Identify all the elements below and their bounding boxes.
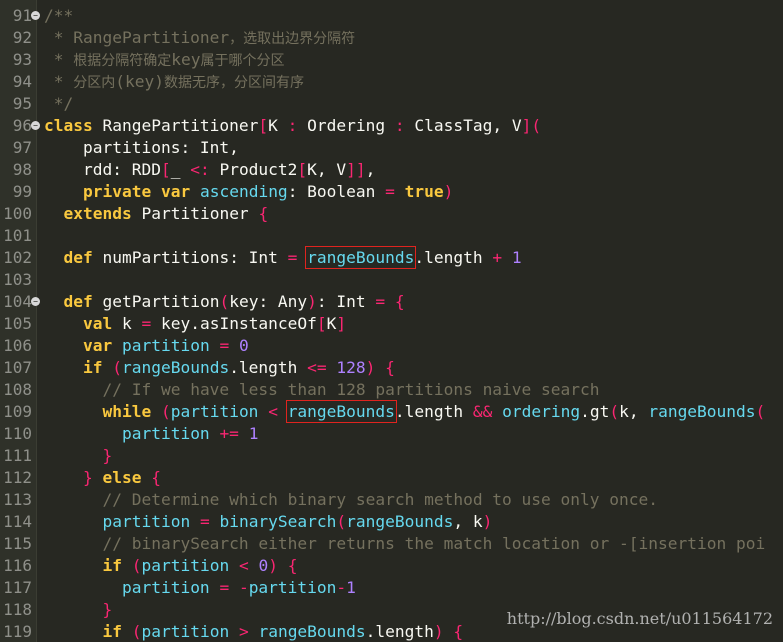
code-text: partitions: Int, [44, 138, 239, 157]
highlighted-rangeBounds: rangeBounds [305, 246, 417, 269]
code-text: var partition = 0 [82, 336, 249, 355]
fold-collapse-icon[interactable]: − [31, 121, 40, 130]
code-line: 96− class RangePartitioner[K : Ordering :… [0, 115, 783, 137]
line-number: 107 [3, 358, 32, 377]
line-number: 97 [12, 138, 32, 157]
code-text: } else { [82, 468, 161, 487]
code-text: // If we have less than 128 partitions n… [102, 380, 600, 399]
watermark: http://blog.csdn.net/u011564172 [506, 609, 773, 628]
code-text: // Determine which binary search method … [102, 490, 658, 509]
line-number: 113 [3, 490, 32, 509]
code-line: 109 while (partition < rangeBounds.lengt… [0, 400, 783, 423]
code-text: // binarySearch either returns the match… [102, 534, 766, 553]
highlighted-rangeBounds: rangeBounds [285, 400, 397, 423]
code-line: 116 if (partition < 0) { [0, 555, 783, 577]
line-number: 98 [12, 160, 32, 179]
line-number: 112 [3, 468, 32, 487]
line-number: 115 [3, 534, 32, 553]
code-line: 97 partitions: Int, [0, 137, 783, 159]
code-line: 104− def getPartition(key: Any): Int = { [0, 291, 783, 313]
code-line: 98 rdd: RDD[_ <: Product2[K, V]], [0, 159, 783, 181]
line-number: 108 [3, 380, 32, 399]
line-number: 117 [3, 578, 32, 597]
code-text: extends Partitioner { [63, 204, 269, 223]
line-number: 118 [3, 600, 32, 619]
code-line: 95 */ [0, 93, 783, 115]
code-line: 105 val k = key.asInstanceOf[K] [0, 313, 783, 335]
fold-collapse-icon[interactable]: − [31, 11, 40, 20]
code-text: partition = -partition-1 [121, 578, 356, 597]
code-text: class RangePartitioner[K : Ordering : Cl… [44, 116, 542, 135]
line-number: 110 [3, 424, 32, 443]
line-number: 106 [3, 336, 32, 355]
fold-collapse-icon[interactable]: − [31, 297, 40, 306]
code-text: * 根据分隔符确定key属于哪个分区 [44, 50, 285, 69]
code-line: 114 partition = binarySearch(rangeBounds… [0, 511, 783, 533]
code-line: 107 if (rangeBounds.length <= 128) { [0, 357, 783, 379]
code-line: 115 // binarySearch either returns the m… [0, 533, 783, 555]
code-editor[interactable]: 91−/** 92 * RangePartitioner，选取出边界分隔符 93 *… [0, 0, 783, 642]
code-text: def numPartitions: Int = rangeBounds.len… [63, 246, 522, 269]
code-text: if (partition < 0) { [102, 556, 298, 575]
code-text: */ [44, 94, 74, 113]
code-line: 94 * 分区内(key)数据无序，分区间有序 [0, 71, 783, 93]
code-text: /** [44, 6, 74, 25]
code-text: while (partition < rangeBounds.length &&… [102, 400, 766, 423]
line-number: 92 [12, 28, 32, 47]
line-number: 114 [3, 512, 32, 531]
line-number: 91 [12, 6, 32, 25]
code-line: 93 * 根据分隔符确定key属于哪个分区 [0, 49, 783, 71]
line-number: 103 [3, 270, 32, 289]
line-number: 95 [12, 94, 32, 113]
code-text: if (partition > rangeBounds.length) { [102, 622, 464, 641]
code-line: 92 * RangePartitioner，选取出边界分隔符 [0, 27, 783, 49]
code-line: 100 extends Partitioner { [0, 203, 783, 225]
code-line: 112 } else { [0, 467, 783, 489]
code-text: * RangePartitioner，选取出边界分隔符 [44, 28, 356, 47]
code-line: 111 } [0, 445, 783, 467]
code-text: } [102, 446, 113, 465]
code-line: 103 [0, 269, 783, 291]
code-line: 110 partition += 1 [0, 423, 783, 445]
line-number: 119 [3, 622, 32, 641]
line-number: 109 [3, 402, 32, 421]
line-number: 111 [3, 446, 32, 465]
code-text: partition += 1 [121, 424, 259, 443]
code-line: 99 private var ascending: Boolean = true… [0, 181, 783, 203]
line-number: 102 [3, 248, 32, 267]
line-number: 99 [12, 182, 32, 201]
code-text: private var ascending: Boolean = true) [82, 182, 454, 201]
line-number: 93 [12, 50, 32, 69]
line-number: 105 [3, 314, 32, 333]
code-line: 108 // If we have less than 128 partitio… [0, 379, 783, 401]
code-line: 102 def numPartitions: Int = rangeBounds… [0, 246, 783, 269]
code-text: def getPartition(key: Any): Int = { [63, 292, 405, 311]
code-text: rdd: RDD[_ <: Product2[K, V]], [44, 160, 376, 179]
code-text: if (rangeBounds.length <= 128) { [82, 358, 395, 377]
code-line: 106 var partition = 0 [0, 335, 783, 357]
code-line: 101 [0, 225, 783, 247]
line-number: 96 [12, 116, 32, 135]
code-text: } [102, 600, 113, 619]
line-number: 104 [3, 292, 32, 311]
line-number: 100 [3, 204, 32, 223]
code-line: 91−/** [0, 5, 783, 27]
line-number: 94 [12, 72, 32, 91]
code-line: 117 partition = -partition-1 [0, 577, 783, 599]
code-text: partition = binarySearch(rangeBounds, k) [102, 512, 493, 531]
code-text: val k = key.asInstanceOf[K] [82, 314, 347, 333]
line-number: 116 [3, 556, 32, 575]
code-line: 113 // Determine which binary search met… [0, 489, 783, 511]
line-number: 101 [3, 226, 32, 245]
code-text: * 分区内(key)数据无序，分区间有序 [44, 72, 304, 91]
